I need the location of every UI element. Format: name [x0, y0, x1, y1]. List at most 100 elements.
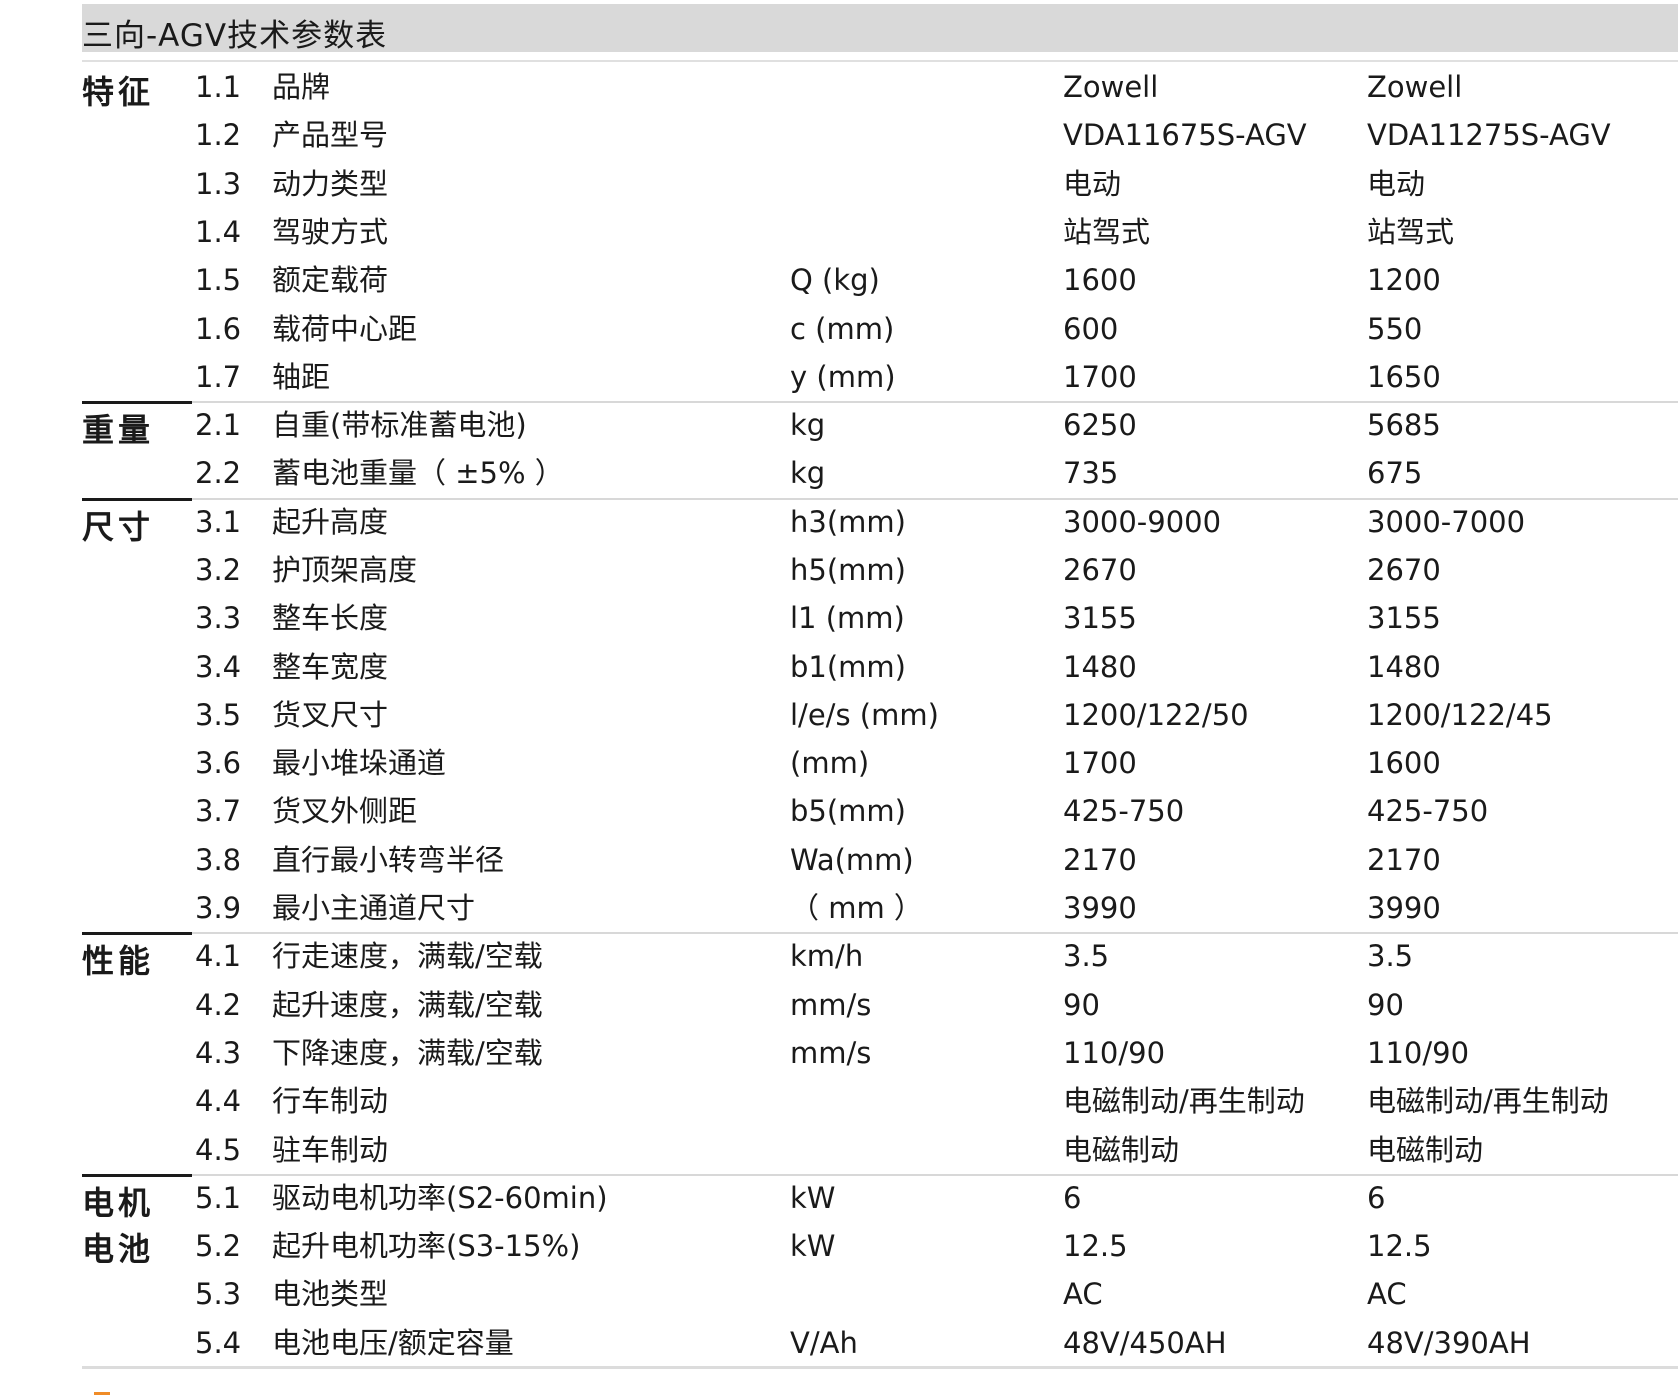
value-model-2: 1600	[1367, 746, 1441, 781]
value-model-1: 48V/450AH	[1063, 1325, 1227, 1360]
table-row: 2.1 自重(带标准蓄电池) kg 6250 5685	[0, 401, 1678, 449]
value-model-1: 2670	[1063, 552, 1137, 587]
row-number: 1.5	[195, 263, 242, 298]
param-unit: （ mm ）	[790, 891, 923, 926]
footer-divider	[82, 1366, 1678, 1369]
row-number: 3.9	[195, 891, 242, 926]
value-model-2: 电磁制动	[1367, 1132, 1484, 1167]
param-name: 动力类型	[272, 166, 389, 201]
param-unit: l1 (mm)	[790, 601, 905, 636]
row-number: 5.3	[195, 1277, 242, 1312]
table-row: 3.8 直行最小转弯半径 Wa(mm) 2170 2170	[0, 836, 1678, 884]
row-number: 4.3	[195, 1035, 242, 1070]
param-name: 额定载荷	[272, 263, 389, 298]
value-model-1: 1480	[1063, 649, 1137, 684]
value-model-1: Zowell	[1063, 70, 1159, 104]
value-model-2: 1200	[1367, 263, 1441, 298]
param-name: 轴距	[272, 359, 331, 394]
table-row: 3.7 货叉外侧距 b5(mm) 425-750 425-750	[0, 787, 1678, 835]
value-model-1: 3000-9000	[1063, 504, 1222, 539]
value-model-2: 110/90	[1367, 1035, 1470, 1070]
table-row: 3.2 护顶架高度 h5(mm) 2670 2670	[0, 546, 1678, 594]
accent-mark	[94, 1392, 110, 1395]
table-row: 3.6 最小堆垛通道 (mm) 1700 1600	[0, 739, 1678, 787]
table-row: 1.3 动力类型 电动 电动	[0, 160, 1678, 208]
row-number: 4.5	[195, 1132, 242, 1167]
param-name: 货叉尺寸	[272, 697, 389, 732]
row-number: 3.1	[195, 504, 242, 539]
param-name: 整车宽度	[272, 649, 389, 684]
table-row: 3.5 货叉尺寸 l/e/s (mm) 1200/122/50 1200/122/45	[0, 691, 1678, 739]
value-model-2: 3990	[1367, 891, 1441, 926]
param-name: 载荷中心距	[272, 311, 418, 346]
table-row: 1.4 驾驶方式 站驾式 站驾式	[0, 208, 1678, 256]
table-row: 2.2 蓄电池重量（ ±5% ） kg 735 675	[0, 449, 1678, 497]
param-name: 驱动电机功率(S2-60min)	[272, 1180, 608, 1215]
value-model-1: 3.5	[1063, 939, 1110, 974]
value-model-1: 3155	[1063, 601, 1137, 636]
table-row: 3.4 整车宽度 b1(mm) 1480 1480	[0, 643, 1678, 691]
param-unit: mm/s	[790, 1035, 872, 1070]
param-name: 最小堆垛通道	[272, 746, 447, 781]
value-model-1: AC	[1063, 1277, 1103, 1312]
row-number: 4.2	[195, 987, 242, 1022]
table-row: 5.4 电池电压/额定容量 V/Ah 48V/450AH 48V/390AH	[0, 1319, 1678, 1367]
row-number: 5.2	[195, 1229, 242, 1264]
header-divider	[82, 60, 1678, 62]
row-number: 5.1	[195, 1180, 242, 1215]
table-row: 4.2 起升速度，满载/空载 mm/s 90 90	[0, 981, 1678, 1029]
value-model-1: 电动	[1063, 166, 1122, 201]
row-number: 3.3	[195, 601, 242, 636]
param-unit: b5(mm)	[790, 794, 906, 829]
table-row: 3.3 整车长度 l1 (mm) 3155 3155	[0, 594, 1678, 642]
value-model-1: 735	[1063, 456, 1119, 491]
value-model-2: 电磁制动/再生制动	[1367, 1084, 1609, 1119]
param-name: 护顶架高度	[272, 552, 418, 587]
table-row: 1.6 载荷中心距 c (mm) 600 550	[0, 305, 1678, 353]
param-name: 起升电机功率(S3-15%)	[272, 1229, 581, 1264]
value-model-2: 3155	[1367, 601, 1441, 636]
value-model-2: 3000-7000	[1367, 504, 1526, 539]
param-unit: km/h	[790, 939, 864, 974]
table-row: 5.2 起升电机功率(S3-15%) kW 12.5 12.5	[0, 1222, 1678, 1270]
value-model-1: VDA11675S-AGV	[1063, 118, 1307, 153]
value-model-2: 12.5	[1367, 1229, 1432, 1264]
row-number: 1.1	[195, 70, 242, 104]
value-model-2: Zowell	[1367, 70, 1463, 104]
row-number: 1.7	[195, 359, 242, 394]
param-unit: b1(mm)	[790, 649, 906, 684]
value-model-1: 425-750	[1063, 794, 1185, 829]
param-name: 驾驶方式	[272, 214, 389, 249]
row-number: 3.8	[195, 842, 242, 877]
value-model-1: 3990	[1063, 891, 1137, 926]
value-model-1: 电磁制动/再生制动	[1063, 1084, 1305, 1119]
param-unit: l/e/s (mm)	[790, 697, 939, 732]
value-model-2: 675	[1367, 456, 1423, 491]
value-model-2: AC	[1367, 1277, 1407, 1312]
param-name: 整车长度	[272, 601, 389, 636]
table-row: 4.4 行车制动 电磁制动/再生制动 电磁制动/再生制动	[0, 1077, 1678, 1125]
table-row: 5.1 驱动电机功率(S2-60min) kW 6 6	[0, 1174, 1678, 1222]
row-number: 5.4	[195, 1325, 242, 1360]
value-model-1: 12.5	[1063, 1229, 1128, 1264]
param-unit: kg	[790, 408, 826, 443]
table-row: 5.3 电池类型 AC AC	[0, 1270, 1678, 1318]
value-model-1: 90	[1063, 987, 1100, 1022]
row-number: 3.5	[195, 697, 242, 732]
param-name: 行走速度，满载/空载	[272, 939, 543, 974]
param-name: 货叉外侧距	[272, 794, 418, 829]
page-title: 三向-AGV技术参数表	[82, 18, 388, 54]
param-name: 电池电压/额定容量	[272, 1325, 514, 1360]
value-model-1: 1600	[1063, 263, 1137, 298]
value-model-2: 1650	[1367, 359, 1441, 394]
value-model-1: 2170	[1063, 842, 1137, 877]
table-row: 4.3 下降速度，满载/空载 mm/s 110/90 110/90	[0, 1029, 1678, 1077]
row-number: 4.4	[195, 1084, 242, 1119]
param-unit: kW	[790, 1180, 836, 1215]
value-model-2: 550	[1367, 311, 1423, 346]
value-model-2: 48V/390AH	[1367, 1325, 1531, 1360]
param-name: 品牌	[272, 70, 331, 104]
table-row: 3.1 起升高度 h3(mm) 3000-9000 3000-7000	[0, 498, 1678, 546]
value-model-1: 1700	[1063, 359, 1137, 394]
value-model-2: 425-750	[1367, 794, 1489, 829]
